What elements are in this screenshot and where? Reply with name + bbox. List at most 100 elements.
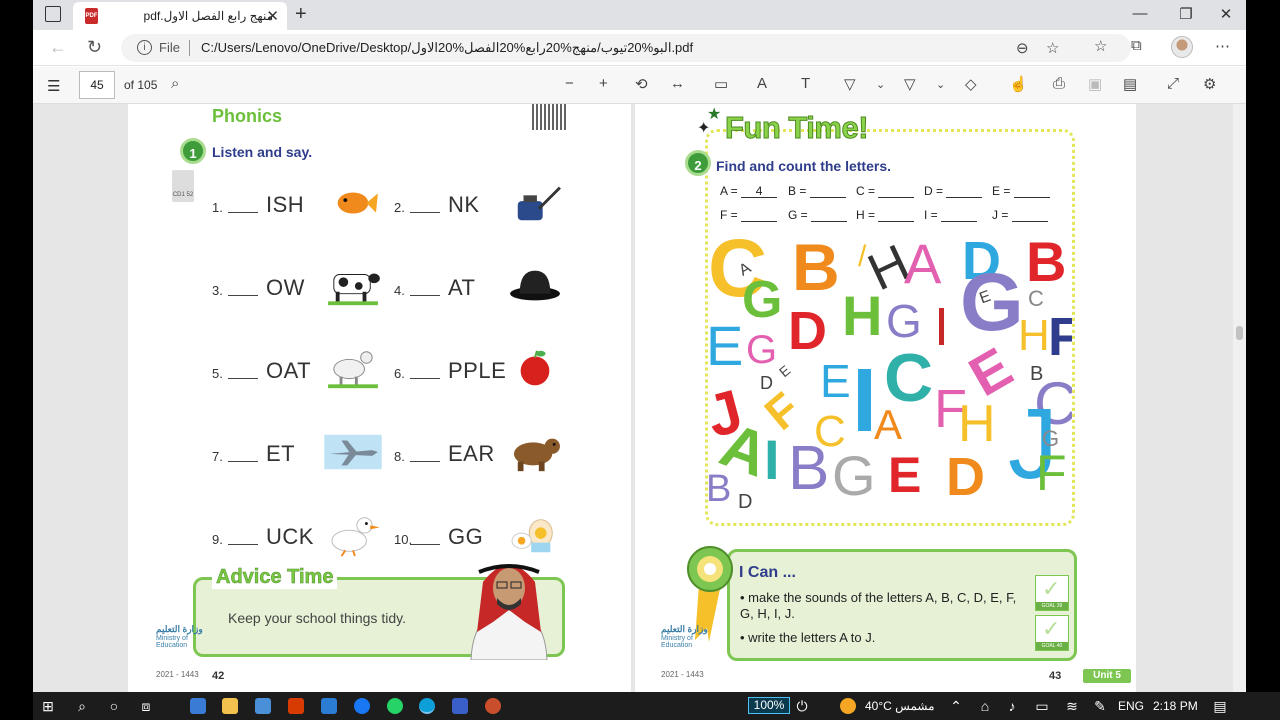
exercise-title: Listen and say. <box>212 144 313 160</box>
puzzle-letter: D <box>738 491 753 513</box>
windows-start-icon[interactable]: ⊞ <box>39 697 57 715</box>
pen-icon[interactable]: ✎ <box>1091 697 1109 715</box>
item-number: 1. <box>212 200 223 215</box>
network-icon[interactable]: ⌂ <box>976 697 994 715</box>
puzzle-letter: B <box>788 434 830 503</box>
puzzle-letter: E <box>820 355 851 407</box>
volume-icon[interactable]: ♪ <box>1003 697 1021 715</box>
url-text[interactable]: C:/Users/Lenovo/OneDrive/Desktop/البو%20… <box>201 40 693 56</box>
year-label: 2021 - 1443 <box>156 670 199 679</box>
draw-dropdown-icon[interactable]: ⌄ <box>876 78 885 91</box>
whatsapp-app-icon[interactable] <box>387 698 403 714</box>
item-number: 8. <box>394 449 405 464</box>
zoom-in-icon[interactable]: + <box>599 75 608 92</box>
hat-picture <box>510 270 560 301</box>
weather-text[interactable]: 40°C مشمس <box>865 699 935 713</box>
scrollbar-thumb[interactable] <box>1236 326 1243 340</box>
fullscreen-icon[interactable]: ⤢ <box>1167 75 1179 92</box>
section-heading: Phonics <box>212 106 283 126</box>
office-app-icon[interactable] <box>288 698 304 714</box>
save-as-icon[interactable]: ▤ <box>1123 75 1137 93</box>
count-letter: I = <box>924 208 938 222</box>
puzzle-letter: H <box>958 395 996 453</box>
search-icon[interactable]: ⌕ <box>73 697 91 715</box>
item-word: OAT <box>266 358 312 383</box>
touch-icon[interactable]: ☝ <box>1009 75 1028 93</box>
count-answer <box>946 184 983 198</box>
clock-time[interactable]: 2:18 PM <box>1153 699 1198 713</box>
search-icon[interactable]: ⌕ <box>171 75 179 92</box>
chevron-up-icon[interactable]: ⌃ <box>947 697 965 715</box>
item-word: PPLE <box>448 358 507 383</box>
close-tab-icon[interactable]: ✕ <box>266 7 279 25</box>
highlight-icon[interactable]: ▽ <box>904 75 916 93</box>
info-icon[interactable]: i <box>137 40 152 55</box>
zoom-out-icon[interactable]: − <box>565 75 574 92</box>
qr-code <box>532 104 566 130</box>
word-app-icon[interactable] <box>321 698 337 714</box>
rotate-icon[interactable]: ⟲ <box>635 75 648 93</box>
goat-picture <box>328 351 378 389</box>
file-explorer-icon[interactable] <box>222 698 238 714</box>
fit-width-icon[interactable]: ↔ <box>670 75 685 92</box>
count-answer <box>1013 184 1050 198</box>
pdf-page-43: ★ ✦ Fun Time! 2 Find and count the lette… <box>635 104 1136 692</box>
answer-blank <box>228 212 258 213</box>
puzzle-letter: I <box>764 428 780 491</box>
text-icon[interactable]: T <box>801 75 810 92</box>
erase-icon[interactable]: ◇ <box>965 75 977 93</box>
facebook-app-icon[interactable] <box>354 698 370 714</box>
edge-browser-icon[interactable] <box>419 698 435 714</box>
new-tab-icon[interactable]: + <box>295 3 307 26</box>
url-box[interactable]: i File C:/Users/Lenovo/OneDrive/Desktop/… <box>121 34 1131 62</box>
save-icon[interactable]: ▣ <box>1088 75 1102 93</box>
puzzle-letter: G <box>832 444 876 507</box>
powerpoint-app-icon[interactable] <box>485 698 501 714</box>
cortana-icon[interactable]: ○ <box>105 697 123 715</box>
restore-icon[interactable]: ❐ <box>1176 5 1196 23</box>
back-icon[interactable]: ← <box>49 37 67 58</box>
page-view-icon[interactable]: ▭ <box>714 75 728 93</box>
close-window-icon[interactable]: ✕ <box>1216 5 1236 23</box>
count-letter: D = <box>924 184 944 198</box>
settings-gear-icon[interactable]: ⚙ <box>1203 75 1216 93</box>
zoom-app-icon[interactable] <box>452 698 468 714</box>
table-of-contents-icon[interactable]: ☰ <box>47 77 60 95</box>
wifi-icon[interactable]: ≋ <box>1063 697 1081 715</box>
read-aloud-icon[interactable]: A <box>757 75 767 92</box>
calculator-app-icon[interactable] <box>190 698 206 714</box>
notifications-icon[interactable]: ▤ <box>1211 697 1229 715</box>
count-letter: H = <box>856 208 876 222</box>
i-can-text: write the letters A to J. <box>748 630 876 645</box>
vertical-scrollbar[interactable] <box>1233 104 1246 692</box>
highlight-dropdown-icon[interactable]: ⌄ <box>936 78 945 91</box>
refresh-icon[interactable]: ↻ <box>87 37 102 58</box>
page-number-input[interactable]: 45 <box>79 71 115 99</box>
battery-percent[interactable]: 100% <box>748 697 790 714</box>
minimize-icon[interactable]: — <box>1130 5 1150 22</box>
item-number: 3. <box>212 283 223 298</box>
battery-icon[interactable]: ▭ <box>1033 697 1051 715</box>
i-can-title: I Can ... <box>739 564 796 581</box>
item-word: ISH <box>266 192 305 217</box>
ministry-logo: وزارة التعليم Ministry of Education <box>156 624 216 649</box>
cow-picture <box>328 273 380 306</box>
more-menu-icon[interactable]: ⋯ <box>1215 37 1230 55</box>
browser-tab[interactable]: PDF منهج رابع الفصل الاول.pdf ✕ <box>73 2 287 30</box>
print-icon[interactable]: ⎙ <box>1053 75 1065 92</box>
favorites-icon[interactable]: ☆ <box>1094 37 1107 55</box>
exercise-number: 2 <box>685 150 711 176</box>
page-count: of 105 <box>124 78 158 92</box>
task-view-icon[interactable]: ⧈ <box>137 697 155 715</box>
language-indicator[interactable]: ENG <box>1118 699 1144 713</box>
collections-icon[interactable]: ⧉ <box>1131 37 1142 54</box>
add-favorite-icon[interactable]: ☆ <box>1046 39 1059 57</box>
i-can-item: • make the sounds of the letters A, B, C… <box>740 590 1017 621</box>
pdf-toolbar: ☰ 45 of 105 ⌕ − + ⟲ ↔ ▭ A T ▽ ⌄ ▽ ⌄ ◇ ☝ … <box>33 67 1246 104</box>
mail-app-icon[interactable] <box>255 698 271 714</box>
item-number: 5. <box>212 366 223 381</box>
tab-actions-icon[interactable] <box>45 6 61 22</box>
draw-icon[interactable]: ▽ <box>844 75 856 93</box>
profile-avatar[interactable] <box>1171 36 1193 58</box>
zoom-icon[interactable]: ⊖ <box>1016 39 1029 57</box>
